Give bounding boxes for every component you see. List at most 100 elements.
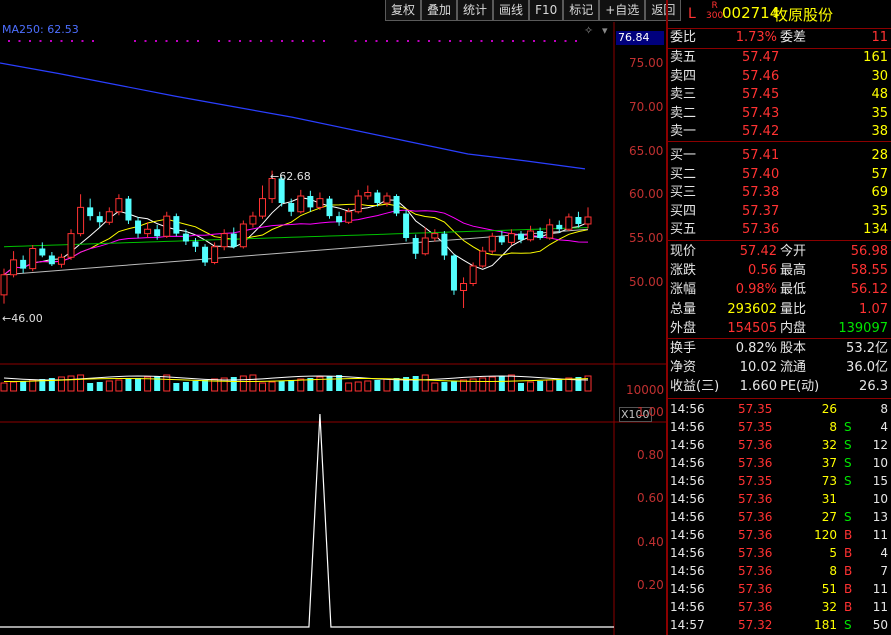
volume-bar [77,374,85,392]
candle-body [20,259,27,269]
tick-price: 57.32 [738,618,773,632]
candle-body [584,216,592,225]
tick-row: 14:56 57.36 32 S 12 [668,436,891,454]
bid-volume: 134 [863,222,888,237]
bid-row[interactable]: 买四 57.37 35 [668,203,891,221]
toolbar-back-button[interactable]: 返回 [645,0,682,21]
board-badge: R 300 [706,1,723,21]
toolbar-mark-button[interactable]: 标记 [563,0,600,21]
bid-row[interactable]: 买五 57.36 134 [668,221,891,239]
tick-volume: 27 [821,510,837,524]
tick-count: 50 [872,618,888,632]
ask-label: 卖四 [670,68,697,84]
fund-value: 10.02 [739,360,777,375]
quote-label: 总量 [670,301,697,317]
toolbar-draw-button[interactable]: 画线 [493,0,530,21]
ask-row[interactable]: 卖三 57.45 48 [668,86,891,104]
quote-label: 外盘 [670,320,697,336]
tick-count: 13 [872,510,888,524]
tick-price: 57.36 [738,438,773,452]
volume-bar [326,376,333,391]
tick-count: 12 [872,438,888,452]
indicator-line [0,413,614,628]
signal-dot [375,40,378,42]
expand-icon[interactable]: ✧ [584,24,593,37]
kline-chart[interactable] [0,22,666,635]
candle-body [182,233,189,242]
bid-row[interactable]: 买三 57.38 69 [668,184,891,202]
divider [668,338,891,339]
tick-row: 14:56 57.36 37 S 10 [668,454,891,472]
tick-side: S [844,618,852,632]
signal-dot [176,40,178,42]
signal-dot [291,40,294,42]
signal-dot [8,40,10,42]
toolbar-stats-button[interactable]: 统计 [457,0,494,21]
fund-label: 换手 [670,341,697,356]
toolbar-fuquan-button[interactable]: 复权 [385,0,422,21]
divider [668,240,891,241]
signal-dot [302,40,304,42]
quote-value: 56.12 [850,282,888,298]
bid-price: 57.40 [742,166,780,182]
flag-label: L [688,6,696,22]
ask-row[interactable]: 卖一 57.42 38 [668,123,891,141]
tick-price: 57.36 [738,546,773,560]
tick-side: B [844,546,853,560]
bid-volume: 57 [871,166,888,182]
fund-label: PE(动) [780,379,820,394]
volume-bar [96,382,103,391]
signal-dot [491,40,493,42]
toolbar-add-watchlist-button[interactable]: +自选 [599,0,646,21]
candle-body [393,196,400,214]
signal-dot [512,40,514,42]
tick-price: 57.36 [738,582,773,596]
ask-label: 卖二 [670,105,697,121]
volume-bar [67,375,75,392]
volume-bar [469,378,477,392]
bid-label: 买五 [670,222,697,237]
low-marker: ←46.00 [2,312,43,325]
tick-time: 14:57 [670,618,705,632]
signal-dot [564,40,567,42]
ask-volume: 30 [871,68,888,84]
tick-time: 14:56 [670,420,705,434]
fund-label: 收益(三) [670,379,720,394]
ask-row[interactable]: 卖五 57.47 161 [668,49,891,67]
signal-dot [312,40,315,42]
fund-value: 53.2亿 [846,341,888,356]
signal-dot [92,40,94,42]
candle-body [316,198,324,208]
signal-dot [186,40,189,42]
ask-row[interactable]: 卖二 57.43 35 [668,105,891,123]
ind-tick-1: 1.00 [637,405,664,419]
bid-volume: 28 [871,148,888,163]
bid-price: 57.41 [742,148,780,163]
signal-dot [365,40,367,42]
chevron-down-icon[interactable]: ▾ [602,24,608,37]
tick-volume: 31 [821,492,837,506]
toolbar-f10-button[interactable]: F10 [529,0,564,21]
bid-row[interactable]: 买一 57.41 28 [668,147,891,165]
tick-count: 10 [872,492,888,506]
signal-dot [144,40,147,42]
volume-bar [57,376,65,392]
tick-time: 14:56 [670,582,705,596]
signal-dot [60,40,63,42]
candle-body [354,195,362,213]
candle-body [517,233,524,240]
ask-label: 卖三 [670,87,697,102]
volume-bar [345,382,353,392]
fund-value: 0.82% [735,341,777,356]
toolbar-overlay-button[interactable]: 叠加 [421,0,458,21]
tick-volume: 8 [829,564,837,578]
bid-row[interactable]: 买二 57.40 57 [668,166,891,184]
low-marker-value: 46.00 [11,312,43,325]
ask-row[interactable]: 卖四 57.46 30 [668,68,891,86]
ask-price: 57.45 [742,87,780,102]
candle-body [29,248,37,270]
tick-price: 57.35 [738,402,773,416]
volume-bar [517,383,524,391]
signal-dot [18,40,21,42]
signal-dot [29,40,31,42]
